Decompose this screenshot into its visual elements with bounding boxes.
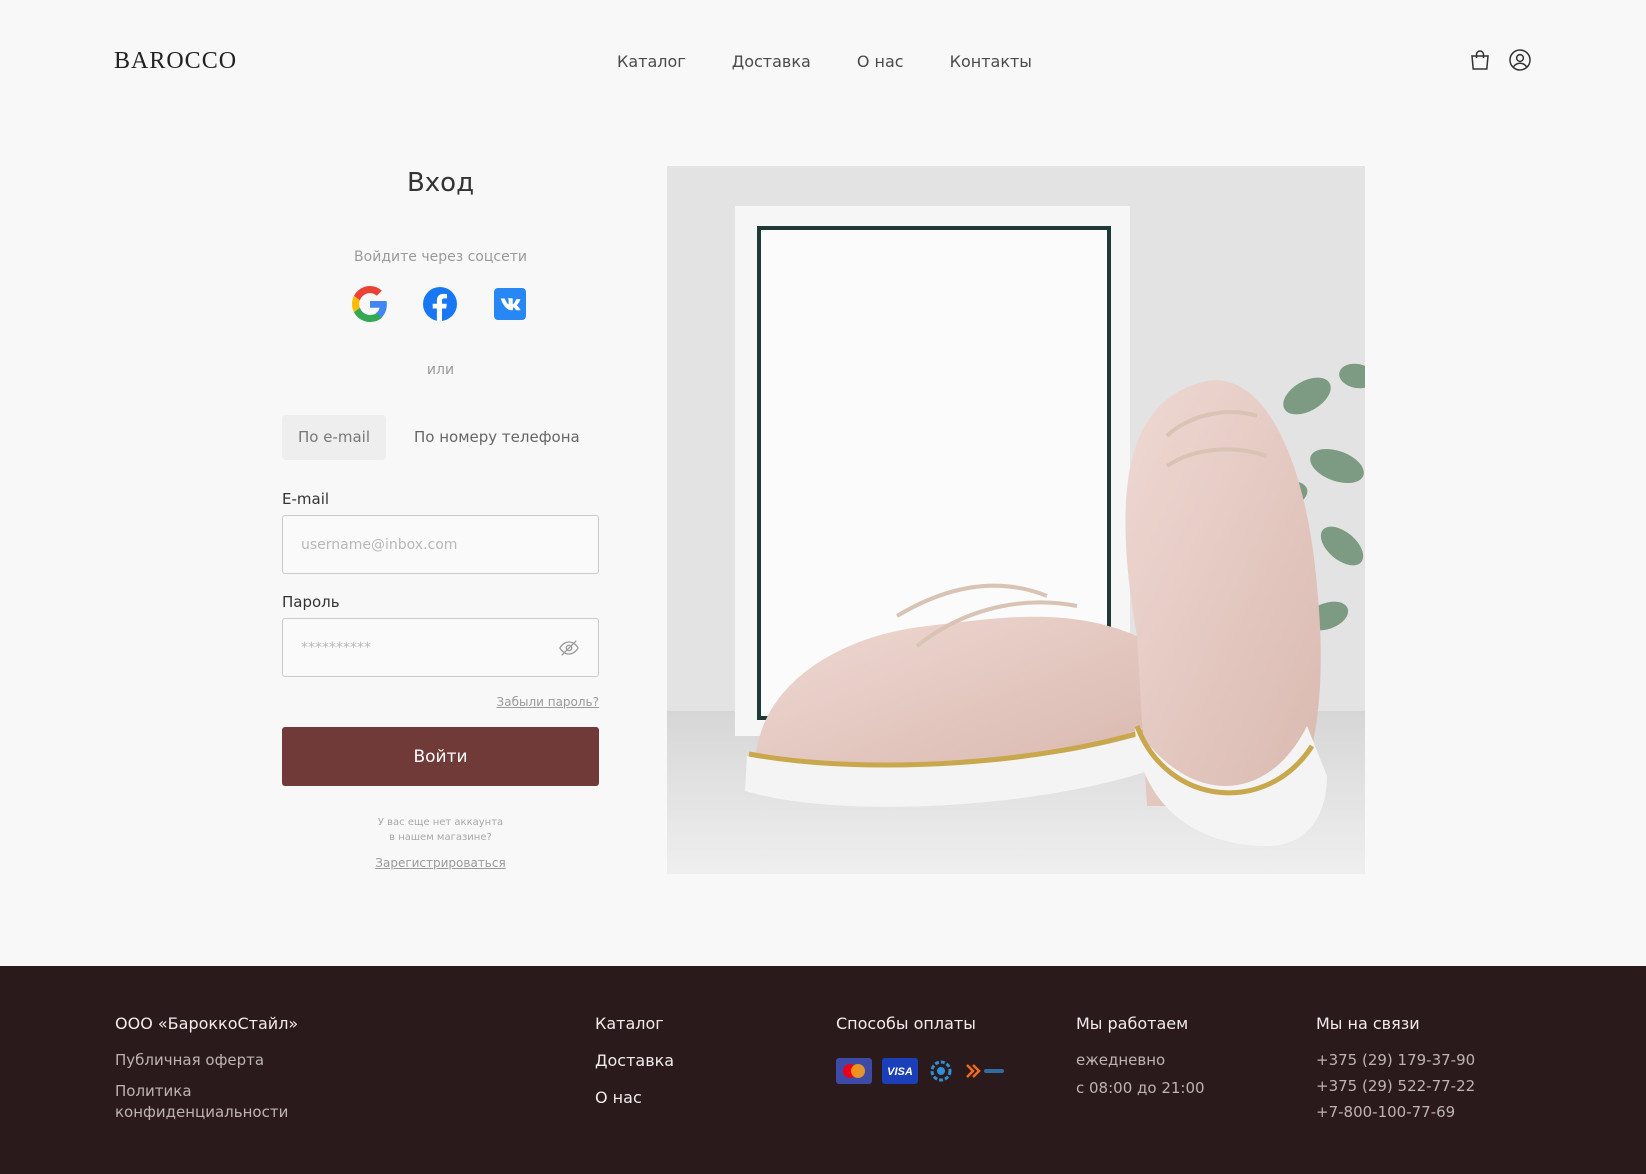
cart-icon[interactable] <box>1468 48 1492 72</box>
facebook-icon[interactable] <box>422 286 458 322</box>
payment-methods: VISA <box>836 1058 1008 1088</box>
vk-icon[interactable] <box>492 286 528 322</box>
footer-nav-col: Каталог Доставка О нас <box>595 1014 674 1107</box>
payment-title: Способы оплаты <box>836 1014 976 1033</box>
eye-off-icon[interactable] <box>558 637 580 659</box>
company-name: ООО «БароккоСтайл» <box>115 1014 299 1033</box>
email-field[interactable] <box>283 516 598 573</box>
logo[interactable]: BAROCCO <box>114 48 237 75</box>
nav-item-contacts[interactable]: Контакты <box>950 52 1032 71</box>
password-field[interactable] <box>283 619 598 676</box>
no-account-line: в нашем магазине? <box>389 832 492 843</box>
erip-icon <box>964 1058 1008 1088</box>
hours-days: ежедневно <box>1076 1051 1166 1069</box>
social-login-caption: Войдите через соцсети <box>354 249 527 265</box>
google-icon[interactable] <box>352 286 388 322</box>
hours-title: Мы работаем <box>1076 1014 1189 1033</box>
header-icons <box>1468 48 1532 72</box>
footer-payment-col: Способы оплаты <box>836 1014 976 1033</box>
register-link[interactable]: Зарегистрироваться <box>282 856 599 870</box>
email-label: E-mail <box>282 490 330 508</box>
page: BAROCCO Каталог Доставка О нас Контакты … <box>0 0 1646 1174</box>
or-separator: или <box>426 362 455 378</box>
tab-phone[interactable]: По номеру телефона <box>398 415 596 460</box>
no-account-text: У вас еще нет аккаунта в нашем магазине? <box>282 815 599 845</box>
nav-item-delivery[interactable]: Доставка <box>732 52 811 71</box>
nav-item-catalog[interactable]: Каталог <box>617 52 686 71</box>
public-offer-link[interactable]: Публичная оферта <box>115 1051 298 1069</box>
tab-email[interactable]: По e-mail <box>282 415 387 460</box>
footer-hours-col: Мы работаем ежедневно с 08:00 до 21:00 <box>1076 1014 1205 1097</box>
visa-icon: VISA <box>882 1058 918 1088</box>
nav-item-about[interactable]: О нас <box>857 52 904 71</box>
privacy-policy-link[interactable]: Политика конфиденциальности <box>115 1081 295 1123</box>
footer-company-col: ООО «БароккоСтайл» Публичная оферта Поли… <box>115 1014 298 1123</box>
main-nav: Каталог Доставка О нас Контакты <box>617 52 1032 71</box>
page-title: Вход <box>406 168 475 198</box>
email-field-box <box>282 515 599 574</box>
shoes-photo <box>667 166 1365 874</box>
phone-link[interactable]: +7-800-100-77-69 <box>1316 1103 1475 1121</box>
no-account-line: У вас еще нет аккаунта <box>377 817 504 828</box>
footer-nav-delivery[interactable]: Доставка <box>595 1051 674 1070</box>
footer-contacts-col: Мы на связи +375 (29) 179-37-90 +375 (29… <box>1316 1014 1475 1121</box>
footer-nav-about[interactable]: О нас <box>595 1088 674 1107</box>
belkart-icon <box>928 1058 954 1088</box>
social-login-buttons <box>352 286 528 322</box>
contacts-title: Мы на связи <box>1316 1014 1420 1033</box>
password-field-box <box>282 618 599 677</box>
phone-link[interactable]: +375 (29) 522-77-22 <box>1316 1077 1475 1095</box>
mastercard-icon <box>836 1058 872 1088</box>
login-method-tabs: По e-mail По номеру телефона <box>282 415 596 460</box>
footer: ООО «БароккоСтайл» Публичная оферта Поли… <box>0 966 1646 1174</box>
phone-link[interactable]: +375 (29) 179-37-90 <box>1316 1051 1475 1069</box>
account-icon[interactable] <box>1508 48 1532 72</box>
forgot-password-link[interactable]: Забыли пароль? <box>282 695 599 709</box>
password-label: Пароль <box>282 593 340 611</box>
login-button[interactable]: Войти <box>282 727 599 786</box>
hours-time: с 08:00 до 21:00 <box>1076 1079 1205 1097</box>
hero-image <box>667 166 1365 874</box>
svg-text:VISA: VISA <box>887 1066 913 1078</box>
footer-nav-catalog[interactable]: Каталог <box>595 1014 674 1033</box>
